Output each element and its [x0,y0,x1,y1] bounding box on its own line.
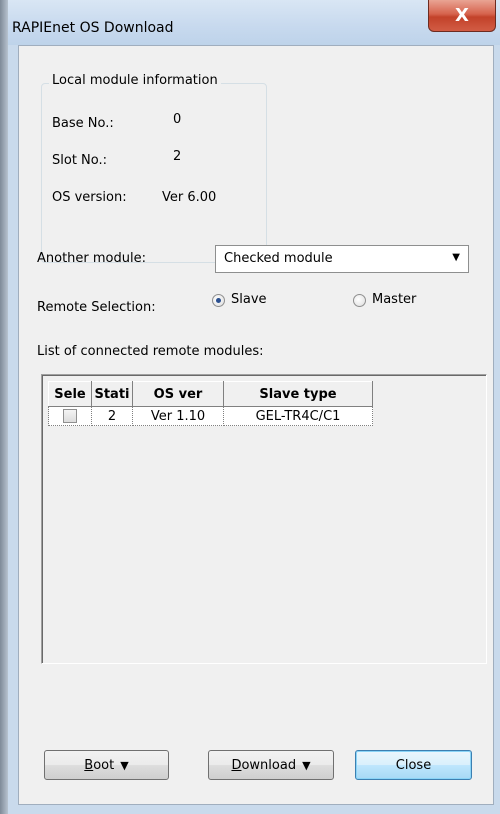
connected-modules-label: List of connected remote modules: [37,344,264,359]
boot-button-label: oot [93,757,115,773]
slave-radio[interactable] [212,294,225,307]
row-select-checkbox[interactable] [63,409,77,423]
table-header-row: Sele Stati OS ver Slave type [48,381,373,407]
row-os-ver-cell: Ver 1.10 [132,406,224,426]
master-radio[interactable] [353,294,366,307]
window-close-button[interactable]: X [428,0,496,32]
boot-button-accel: B [84,757,94,773]
slave-radio-label[interactable]: Slave [231,292,267,307]
os-version-label: OS version: [52,190,127,205]
base-no-label: Base No.: [52,116,114,131]
boot-button[interactable]: Boot ▼ [44,750,169,780]
dropdown-arrow-icon: ▼ [120,758,129,772]
background-strip [0,0,8,814]
local-module-legend: Local module information [49,73,221,88]
close-button-label: Close [395,757,432,773]
table-row[interactable]: 2 Ver 1.10 GEL-TR4C/C1 [48,406,373,426]
title-bar[interactable]: RAPIEnet OS Download X [8,0,500,45]
dialog-body: Local module information Base No.: 0 Slo… [18,45,494,805]
connected-modules-table: Sele Stati OS ver Slave type 2 Ver 1.10 … [48,381,373,426]
column-header-os-ver[interactable]: OS ver [132,381,224,407]
another-module-label: Another module: [37,251,146,266]
close-icon: X [455,5,469,26]
slot-no-value: 2 [173,149,182,164]
dropdown-arrow-icon: ▼ [302,758,311,772]
column-header-slave-type[interactable]: Slave type [223,381,373,407]
download-button[interactable]: Download ▼ [208,750,334,780]
base-no-value: 0 [173,112,182,127]
column-header-station[interactable]: Stati [91,381,133,407]
window-title: RAPIEnet OS Download [12,20,174,36]
row-slave-type-cell: GEL-TR4C/C1 [223,406,373,426]
close-button[interactable]: Close [355,750,472,780]
column-header-select[interactable]: Sele [48,381,92,407]
another-module-selected-value: Checked module [224,251,333,266]
connected-modules-list[interactable]: Sele Stati OS ver Slave type 2 Ver 1.10 … [41,374,487,664]
master-radio-label[interactable]: Master [372,292,416,307]
another-module-select[interactable]: Checked module ▼ [215,245,469,273]
remote-selection-label: Remote Selection: [37,300,156,315]
os-version-value: Ver 6.00 [162,190,217,205]
chevron-down-icon: ▼ [452,252,460,263]
download-button-accel: D [231,757,242,773]
row-station-cell: 2 [91,406,133,426]
local-module-groupbox [41,83,267,263]
dialog-window: RAPIEnet OS Download X Local module info… [8,0,500,814]
download-button-label: ownload [241,757,297,773]
slot-no-label: Slot No.: [52,153,108,168]
row-select-cell [48,406,92,426]
